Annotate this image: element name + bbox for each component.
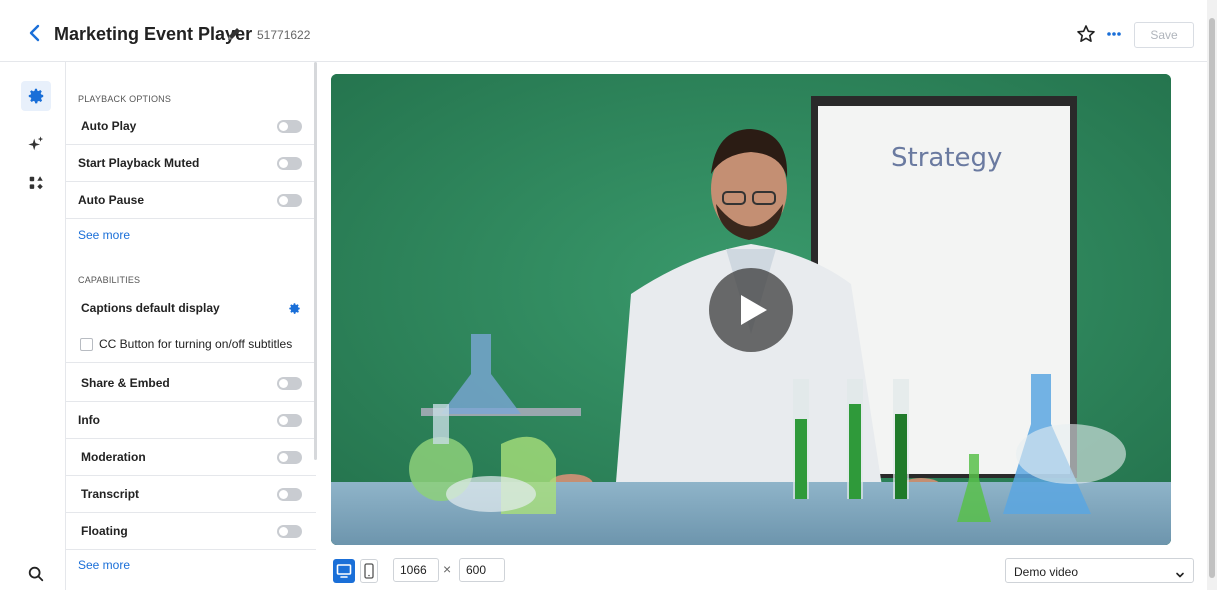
- setting-row-captions: Captions default display: [66, 290, 316, 327]
- see-more-link-capabilities[interactable]: See more: [78, 558, 130, 572]
- setting-label: Captions default display: [81, 301, 220, 315]
- floating-toggle[interactable]: [277, 525, 302, 538]
- video-source-value: Demo video: [1014, 565, 1079, 579]
- addons-button[interactable]: [21, 168, 51, 198]
- auto-pause-toggle[interactable]: [277, 194, 302, 207]
- chevron-down-icon: [1175, 567, 1185, 578]
- shapes-icon: [29, 176, 43, 190]
- height-input[interactable]: [459, 558, 505, 582]
- page-title: Marketing Event Player: [54, 24, 253, 44]
- desktop-monitor-icon: [336, 564, 352, 578]
- auto-play-toggle[interactable]: [277, 120, 302, 133]
- captions-settings-gear-icon[interactable]: [288, 302, 301, 315]
- see-more-link-playback[interactable]: See more: [78, 228, 130, 242]
- player-id: 51771622: [257, 28, 311, 42]
- setting-label: Start Playback Muted: [78, 156, 200, 170]
- setting-row-info: Info: [66, 402, 316, 439]
- playback-options-heading: PLAYBACK OPTIONS: [78, 94, 172, 104]
- setting-label: Transcript: [81, 487, 140, 501]
- ai-sparkle-button[interactable]: [21, 129, 51, 159]
- page-scrollbar-thumb[interactable]: [1209, 18, 1215, 578]
- whiteboard-text: Strategy: [891, 143, 1002, 173]
- setting-label: Share & Embed: [81, 376, 170, 390]
- setting-label: Floating: [81, 524, 128, 538]
- setting-label: Auto Play: [81, 119, 137, 133]
- setting-row-auto-pause: Auto Pause: [66, 182, 316, 219]
- setting-row-start-muted: Start Playback Muted: [66, 145, 316, 182]
- setting-label: Auto Pause: [78, 193, 145, 207]
- play-icon: [741, 295, 767, 325]
- more-options-icon[interactable]: [1104, 26, 1124, 42]
- cc-button-label: CC Button for turning on/off subtitles: [99, 337, 293, 351]
- share-embed-toggle[interactable]: [277, 377, 302, 390]
- setting-row-share-embed: Share & Embed: [66, 365, 316, 402]
- setting-label: Info: [78, 413, 100, 427]
- transcript-toggle[interactable]: [277, 488, 302, 501]
- width-input[interactable]: [393, 558, 439, 582]
- cc-button-checkbox[interactable]: [80, 338, 93, 351]
- setting-label: Moderation: [81, 450, 146, 464]
- back-chevron-icon[interactable]: [27, 23, 43, 43]
- settings-gear-button[interactable]: [21, 81, 51, 111]
- star-icon[interactable]: [1076, 24, 1096, 44]
- header-bar: Marketing Event Player 51771622 Save: [0, 0, 1207, 62]
- pencil-icon[interactable]: [226, 26, 242, 42]
- search-icon: [28, 566, 44, 582]
- info-toggle[interactable]: [277, 414, 302, 427]
- settings-panel: PLAYBACK OPTIONS Auto Play Start Playbac…: [66, 62, 316, 590]
- play-button[interactable]: [709, 268, 793, 352]
- setting-row-moderation: Moderation: [66, 439, 316, 476]
- video-source-select[interactable]: Demo video: [1005, 558, 1194, 583]
- left-rail: [0, 62, 66, 590]
- mobile-preview-button[interactable]: [360, 559, 378, 583]
- sparkle-icon: [28, 136, 44, 151]
- desktop-preview-button[interactable]: [333, 559, 355, 583]
- search-button[interactable]: [21, 559, 51, 589]
- gear-icon: [28, 88, 44, 104]
- moderation-toggle[interactable]: [277, 451, 302, 464]
- panel-scrollbar[interactable]: [314, 62, 317, 460]
- dimension-separator: ×: [443, 561, 452, 577]
- start-muted-toggle[interactable]: [277, 157, 302, 170]
- setting-row-transcript: Transcript: [66, 476, 316, 513]
- setting-row-cc-button: CC Button for turning on/off subtitles: [66, 326, 316, 363]
- setting-row-floating: Floating: [66, 513, 316, 550]
- mobile-phone-icon: [364, 563, 374, 579]
- capabilities-heading: CAPABILITIES: [78, 275, 141, 285]
- setting-row-auto-play: Auto Play: [66, 108, 316, 145]
- save-button[interactable]: Save: [1134, 22, 1194, 48]
